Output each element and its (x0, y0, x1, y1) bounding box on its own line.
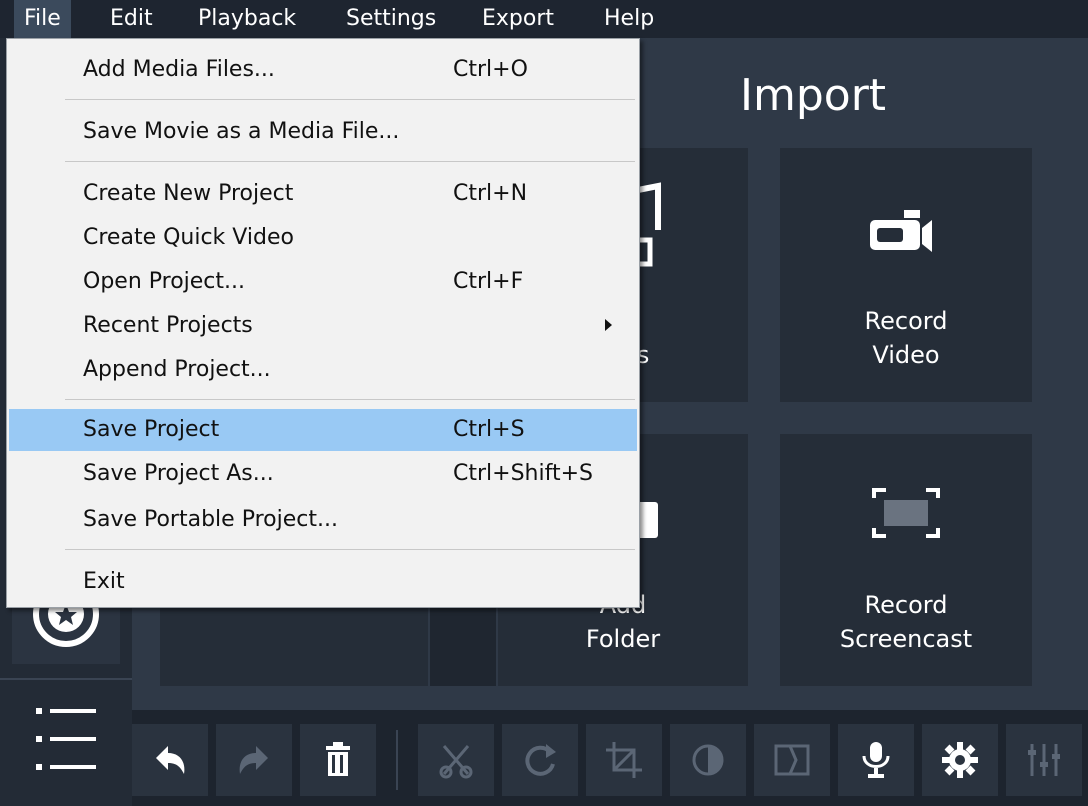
tile-label-line1: Record (864, 307, 948, 335)
trash-icon (326, 742, 350, 776)
transition-icon (774, 744, 810, 776)
menu-item-append-project[interactable]: Append Project... (9, 349, 637, 391)
menu-item-save-portable-project[interactable]: Save Portable Project... (9, 499, 637, 541)
menu-playback-label: Playback (198, 6, 297, 31)
menu-edit-label: Edit (110, 6, 153, 31)
submenu-arrow-icon (605, 319, 612, 331)
crop-button[interactable] (586, 724, 662, 796)
gear-icon (942, 742, 978, 778)
menu-item-label: Create New Project (83, 181, 294, 206)
undo-button[interactable] (132, 724, 208, 796)
menu-item-save-movie[interactable]: Save Movie as a Media File... (9, 111, 637, 153)
import-title: Import (740, 70, 887, 121)
sidebar-item-menu[interactable] (12, 688, 120, 788)
equalizer-icon (1028, 744, 1060, 776)
menu-separator (65, 99, 635, 100)
audio-mixer-button[interactable] (1006, 724, 1082, 796)
menu-item-create-new-project[interactable]: Create New Project Ctrl+N (9, 173, 637, 215)
color-adjust-button[interactable] (670, 724, 746, 796)
menu-item-label: Save Movie as a Media File... (83, 119, 400, 144)
rotate-button[interactable] (502, 724, 578, 796)
menu-item-label: Append Project... (83, 357, 271, 382)
rotate-icon (525, 744, 556, 776)
menu-item-shortcut: Ctrl+N (453, 181, 528, 206)
record-audio-button[interactable] (838, 724, 914, 796)
menu-item-label: Add Media Files... (83, 57, 275, 82)
menu-edit[interactable]: Edit (110, 0, 153, 38)
redo-button[interactable] (216, 724, 292, 796)
menu-item-exit[interactable]: Exit (9, 561, 637, 603)
video-camera-icon (870, 210, 932, 252)
menu-settings[interactable]: Settings (346, 0, 436, 38)
crop-icon (606, 742, 642, 778)
menu-item-recent-projects[interactable]: Recent Projects (9, 305, 637, 347)
menu-separator (65, 161, 635, 162)
menu-item-label: Exit (83, 569, 125, 594)
tile-label-line2: Folder (585, 625, 661, 653)
record-video-tile[interactable]: Record Video (780, 148, 1032, 402)
menu-help-label: Help (604, 6, 655, 31)
menu-help[interactable]: Help (604, 0, 654, 38)
menu-separator (65, 399, 635, 400)
menu-item-shortcut: Ctrl+S (453, 417, 525, 442)
menu-playback[interactable]: Playback (198, 0, 296, 38)
menu-bar: File Edit Playback Settings Export Help (0, 0, 1088, 38)
menu-item-save-project[interactable]: Save Project Ctrl+S (9, 409, 637, 451)
menu-item-label: Save Project As... (83, 461, 274, 486)
tile-label-line2: Video (872, 341, 940, 369)
tile-label-line1: Record (864, 591, 948, 619)
list-icon (36, 708, 96, 770)
split-button[interactable] (418, 724, 494, 796)
menu-settings-label: Settings (346, 6, 437, 31)
tile-label-line2: Screencast (839, 625, 973, 653)
menu-item-open-project[interactable]: Open Project... Ctrl+F (9, 261, 637, 303)
menu-item-label: Create Quick Video (83, 225, 294, 250)
transition-button[interactable] (754, 724, 830, 796)
menu-separator (65, 549, 635, 550)
undo-icon (156, 746, 185, 774)
delete-button[interactable] (300, 724, 376, 796)
menu-file[interactable]: File (14, 0, 71, 38)
menu-item-label: Save Portable Project... (83, 507, 338, 532)
sidebar-divider (0, 678, 132, 680)
menu-item-shortcut: Ctrl+O (453, 57, 528, 82)
settings-button[interactable] (922, 724, 998, 796)
menu-item-shortcut: Ctrl+Shift+S (453, 461, 593, 486)
record-screencast-tile[interactable]: Record Screencast (780, 434, 1032, 686)
file-menu-dropdown: Add Media Files... Ctrl+O Save Movie as … (6, 38, 640, 608)
color-adjust-icon (692, 744, 724, 776)
app-window: File Edit Playback Settings Export Help … (0, 0, 1088, 806)
scissors-icon (439, 745, 473, 779)
screencast-icon (872, 488, 940, 538)
toolbar-divider (396, 730, 398, 790)
menu-item-shortcut: Ctrl+F (453, 269, 524, 294)
editing-toolbar (132, 710, 1088, 806)
menu-file-label: File (24, 6, 61, 31)
menu-item-save-project-as[interactable]: Save Project As... Ctrl+Shift+S (9, 453, 637, 495)
microphone-icon (862, 742, 890, 778)
menu-item-add-media-files[interactable]: Add Media Files... Ctrl+O (9, 49, 637, 91)
menu-item-label: Save Project (83, 417, 220, 442)
redo-icon (239, 746, 268, 774)
menu-export-label: Export (482, 6, 555, 31)
menu-item-create-quick-video[interactable]: Create Quick Video (9, 217, 637, 259)
menu-item-label: Recent Projects (83, 313, 253, 338)
menu-export[interactable]: Export (482, 0, 554, 38)
menu-item-label: Open Project... (83, 269, 246, 294)
